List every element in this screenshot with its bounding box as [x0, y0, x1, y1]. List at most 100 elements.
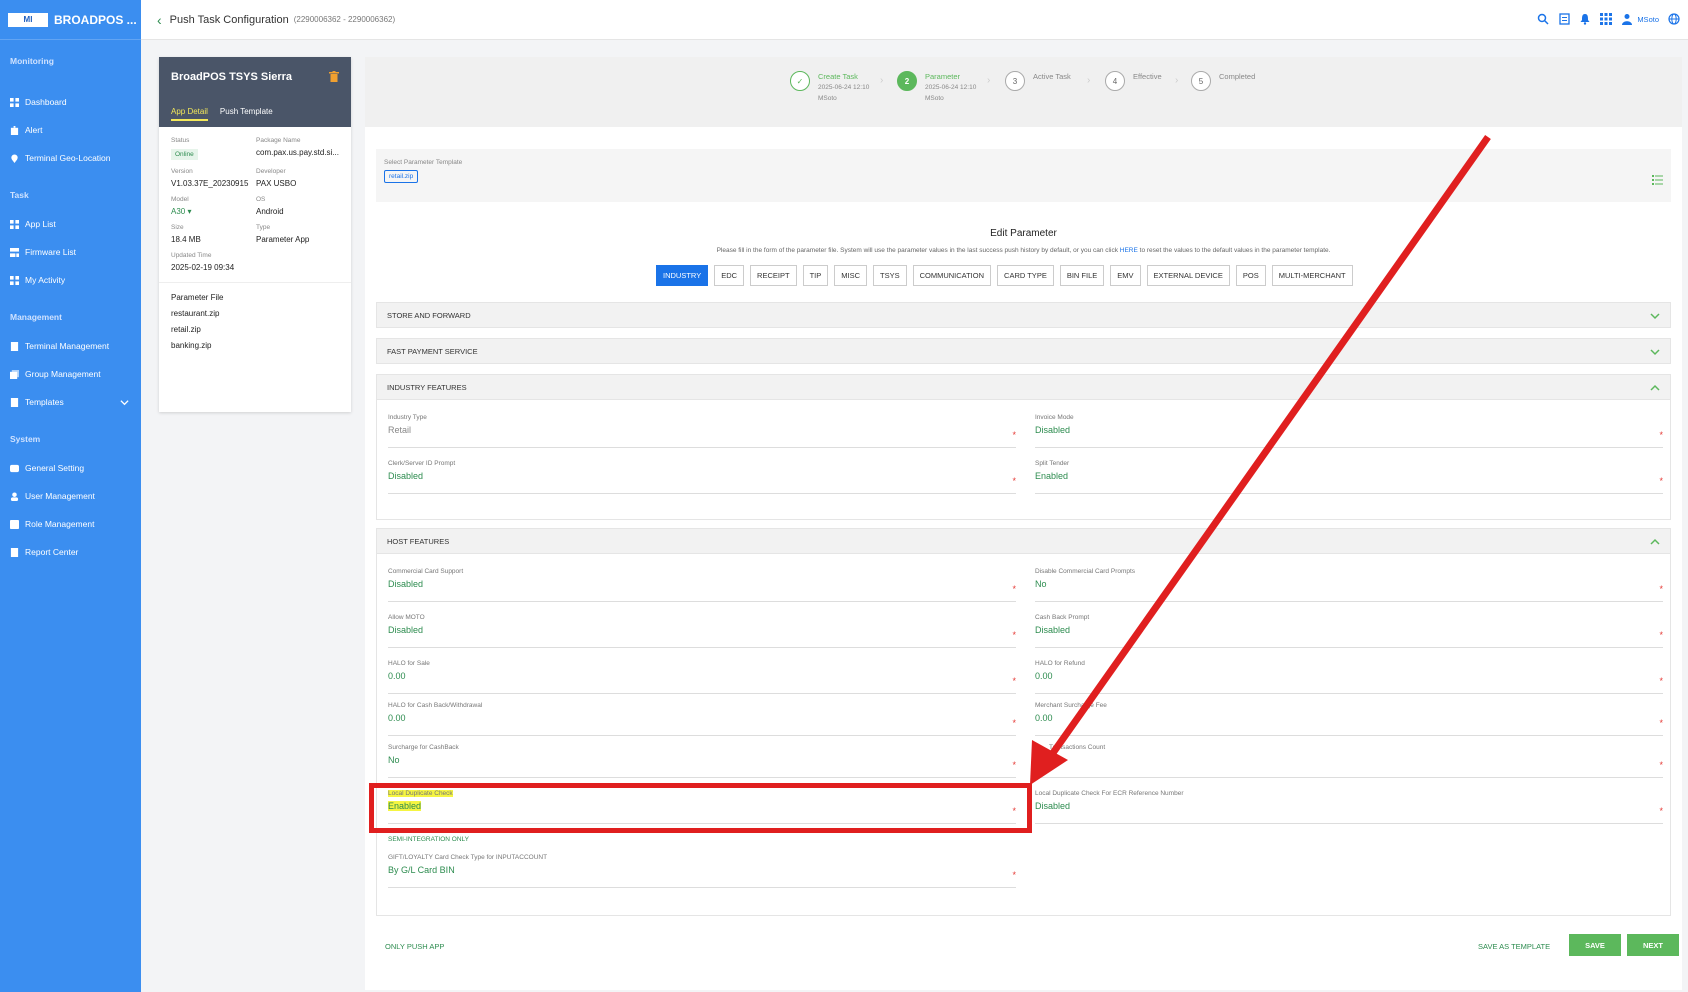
tab-external-device[interactable]: EXTERNAL DEVICE	[1146, 265, 1230, 286]
industry-type-field[interactable]: Industry Type Retail *	[388, 414, 1016, 448]
back-chevron-icon[interactable]: ‹	[157, 12, 162, 28]
only-push-app-button[interactable]: ONLY PUSH APP	[385, 942, 444, 951]
nav-user-management[interactable]: User Management	[0, 482, 141, 510]
halo-cashback-field[interactable]: HALO for Cash Back/Withdrawal 0.00 *	[388, 702, 1016, 736]
tab-multi-merchant[interactable]: MULTI-MERCHANT	[1271, 265, 1353, 286]
required-mark: *	[1659, 676, 1663, 686]
accordion-fast-payment[interactable]: FAST PAYMENT SERVICE	[376, 338, 1671, 364]
role-icon	[10, 519, 19, 529]
tab-bin-file[interactable]: BIN FILE	[1059, 265, 1105, 286]
field-label: Local Duplicate Check For ECR Reference …	[1035, 790, 1184, 797]
model-select[interactable]: A30 ▾	[171, 207, 256, 216]
gift-loyalty-check-field[interactable]: GIFT/LOYALTY Card Check Type for INPUTAC…	[388, 854, 1016, 888]
search-icon[interactable]	[1537, 13, 1549, 25]
nav-app-list[interactable]: App List	[0, 210, 141, 238]
halo-refund-field[interactable]: HALO for Refund 0.00 *	[1035, 660, 1663, 694]
nav-general-setting[interactable]: General Setting	[0, 454, 141, 482]
cash-back-prompt-field[interactable]: Cash Back Prompt Disabled *	[1035, 614, 1663, 648]
split-tender-field[interactable]: Split Tender Enabled *	[1035, 460, 1663, 494]
tab-receipt[interactable]: RECEIPT	[750, 265, 797, 286]
parameter-file-item[interactable]: restaurant.zip	[171, 309, 339, 318]
step-active-task: 3 Active Task	[1005, 71, 1071, 91]
field-label: Commercial Card Support	[388, 568, 464, 575]
tab-tsys[interactable]: TSYS	[872, 265, 907, 286]
field-value: Disabled	[1035, 801, 1071, 811]
trash-icon[interactable]	[329, 71, 339, 82]
clerk-server-id-field[interactable]: Clerk/Server ID Prompt Disabled *	[388, 460, 1016, 494]
nav-group-management[interactable]: Group Management	[0, 360, 141, 388]
tab-card-type[interactable]: CARD TYPE	[997, 265, 1054, 286]
transactions-count-field[interactable]: Transactions Count *	[1035, 744, 1663, 778]
save-button[interactable]: SAVE	[1569, 934, 1621, 956]
nav-firmware-list[interactable]: Firmware List	[0, 238, 141, 266]
app-name: BroadPOS TSYS Sierra	[171, 71, 293, 83]
allow-moto-field[interactable]: Allow MOTO Disabled *	[388, 614, 1016, 648]
required-mark: *	[1659, 806, 1663, 816]
tab-push-template[interactable]: Push Template	[220, 107, 273, 121]
user-icon[interactable]	[1621, 13, 1633, 25]
os-value: Android	[256, 207, 284, 216]
tab-industry[interactable]: INDUSTRY	[656, 265, 709, 286]
nav-label: Terminal Management	[25, 341, 110, 351]
required-mark: *	[1012, 718, 1016, 728]
field-label: Industry Type	[388, 414, 427, 421]
nav-templates[interactable]: Templates	[0, 388, 141, 416]
disable-commercial-prompts-field[interactable]: Disable Commercial Card Prompts No *	[1035, 568, 1663, 602]
nav-alert[interactable]: Alert	[0, 116, 141, 144]
bell-icon[interactable]	[1579, 13, 1591, 25]
save-as-template-button[interactable]: SAVE AS TEMPLATE	[1478, 942, 1550, 951]
tab-misc[interactable]: MISC	[834, 265, 867, 286]
field-label: GIFT/LOYALTY Card Check Type for INPUTAC…	[388, 854, 548, 861]
tab-pos[interactable]: POS	[1235, 265, 1266, 286]
chevron-down-icon	[120, 399, 129, 405]
step-completed: 5 Completed	[1191, 71, 1255, 91]
tab-app-detail[interactable]: App Detail	[171, 107, 208, 121]
tab-edc[interactable]: EDC	[714, 265, 745, 286]
parameter-file-item[interactable]: retail.zip	[171, 325, 339, 334]
nav-terminal-management[interactable]: Terminal Management	[0, 332, 141, 360]
step-user: MSoto	[925, 95, 944, 102]
nav-dashboard[interactable]: Dashboard	[0, 88, 141, 116]
tab-emv[interactable]: EMV	[1110, 265, 1141, 286]
surcharge-cashback-field[interactable]: Surcharge for CashBack No *	[388, 744, 1016, 778]
next-button[interactable]: NEXT	[1627, 934, 1679, 956]
chevron-down-icon	[1650, 313, 1660, 320]
accordion-industry-features[interactable]: INDUSTRY FEATURES	[376, 374, 1671, 400]
type-label: Type	[256, 224, 271, 231]
parameter-file-item[interactable]: banking.zip	[171, 341, 339, 350]
required-mark: *	[1659, 476, 1663, 486]
tab-tip[interactable]: TIP	[802, 265, 829, 286]
documents-icon[interactable]	[1558, 13, 1570, 25]
tab-communication[interactable]: COMMUNICATION	[912, 265, 992, 286]
duplicate-check-ecr-field[interactable]: Local Duplicate Check For ECR Reference …	[1035, 790, 1663, 824]
step-number: 5	[1191, 71, 1211, 91]
accordion-host-features[interactable]: HOST FEATURES	[376, 528, 1671, 554]
apps-grid-icon[interactable]	[1600, 13, 1613, 25]
app-logo[interactable]: MI BROADPOS ...	[0, 0, 141, 40]
model-cell: Model A30 ▾	[171, 196, 256, 216]
merchant-surcharge-field[interactable]: Merchant Surcharge Fee 0.00 *	[1035, 702, 1663, 736]
nav-my-activity[interactable]: My Activity	[0, 266, 141, 294]
edit-parameter-title: Edit Parameter	[990, 228, 1057, 239]
step-text: Completed	[1219, 71, 1255, 91]
commercial-card-support-field[interactable]: Commercial Card Support Disabled *	[388, 568, 1016, 602]
user-name[interactable]: MSoto	[1637, 15, 1659, 24]
field-value: No	[1035, 579, 1047, 589]
globe-icon[interactable]	[1668, 13, 1680, 25]
nav-geo-location[interactable]: Terminal Geo-Location	[0, 144, 141, 172]
halo-sale-field[interactable]: HALO for Sale 0.00 *	[388, 660, 1016, 694]
step-chevron-icon: ›	[1087, 75, 1091, 86]
reset-link[interactable]: HERE	[1120, 247, 1138, 254]
nav-report-center[interactable]: Report Center	[0, 538, 141, 566]
nav-role-management[interactable]: Role Management	[0, 510, 141, 538]
top-icons: MSoto	[1537, 13, 1680, 25]
list-icon[interactable]	[1652, 174, 1663, 185]
step-effective: 4 Effective	[1105, 71, 1162, 91]
template-chip[interactable]: retail.zip	[384, 170, 419, 183]
accordion-store-and-forward[interactable]: STORE AND FORWARD	[376, 302, 1671, 328]
invoice-mode-field[interactable]: Invoice Mode Disabled *	[1035, 414, 1663, 448]
developer-value: PAX USBO	[256, 179, 297, 188]
required-mark: *	[1659, 630, 1663, 640]
semi-integration-label: SEMI-INTEGRATION ONLY	[388, 836, 470, 843]
required-mark: *	[1659, 584, 1663, 594]
